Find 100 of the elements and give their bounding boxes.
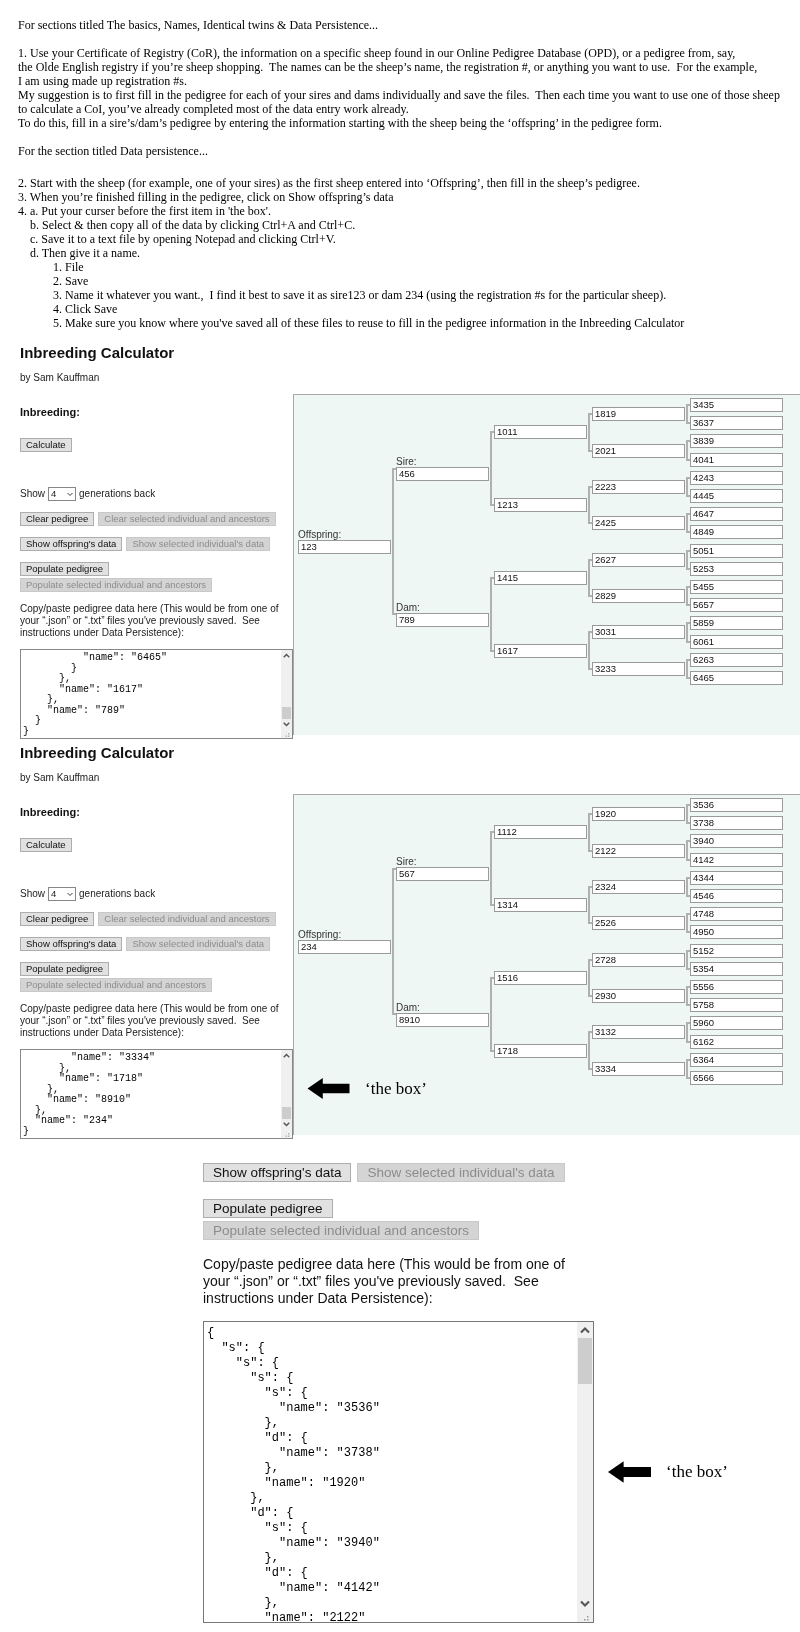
author-text: by Sam Kauffman bbox=[19, 372, 101, 384]
pedigree-field[interactable]: 3637 bbox=[690, 416, 783, 431]
left-arrow-icon bbox=[307, 1078, 350, 1099]
pedigree-field[interactable]: 2829 bbox=[592, 589, 685, 604]
instruction-step: b. Select & then copy all of the data by clicking Ctrl+A and Ctrl+C. bbox=[30, 218, 800, 232]
pedigree-field[interactable]: 2627 bbox=[592, 552, 685, 567]
pedigree-field[interactable]: 2526 bbox=[592, 916, 685, 931]
pedigree-field[interactable]: 3031 bbox=[592, 625, 685, 640]
pedigree-field[interactable]: 4142 bbox=[690, 852, 783, 867]
pedigree-field[interactable]: 3940 bbox=[690, 834, 783, 849]
generations-select[interactable]: 4 bbox=[48, 487, 76, 501]
pedigree-field[interactable]: 6061 bbox=[690, 634, 783, 649]
pedigree-field[interactable]: 8910 bbox=[396, 1012, 489, 1027]
instruction-step: 1. File bbox=[53, 260, 800, 274]
instruction-step: 3. Name it whatever you want., I find it best to save it as sire123 or dam 234 (using the registration #s for the particular sheep). bbox=[53, 288, 800, 302]
pedigree-field[interactable]: 123 bbox=[298, 540, 391, 554]
pedigree-field[interactable]: 3536 bbox=[690, 798, 783, 813]
generations-select[interactable]: 4 bbox=[48, 887, 76, 901]
pedigree-field[interactable]: 5960 bbox=[690, 1016, 783, 1031]
pedigree-field[interactable]: 4546 bbox=[690, 889, 783, 904]
pedigree-field[interactable]: 5859 bbox=[690, 616, 783, 631]
pedigree-field[interactable]: 5152 bbox=[690, 943, 783, 958]
action-button[interactable]: Calculate bbox=[20, 438, 72, 452]
pedigree-field[interactable]: 456 bbox=[396, 467, 489, 482]
action-button[interactable]: Populate pedigree bbox=[20, 562, 110, 576]
scrollbar-thumb[interactable] bbox=[282, 1107, 291, 1119]
pedigree-field[interactable]: 2021 bbox=[592, 443, 685, 458]
pedigree-data-field[interactable]: "name": "3334" }, "name": "1718" }, "name": "8910" }, "name": "234" } bbox=[20, 1049, 293, 1139]
pedigree-field[interactable]: 1415 bbox=[494, 570, 587, 585]
scrollbar[interactable] bbox=[577, 1322, 593, 1622]
instruction-text: Copy/paste pedigree data here (This would be from one of your “.json” or “.txt” files you've previously saved. See instructions under Data Persistence): bbox=[203, 1256, 566, 1307]
pedigree-field[interactable]: 1617 bbox=[494, 643, 587, 658]
chevron-down-icon bbox=[66, 490, 74, 498]
paragraph: My suggestion is to first fill in the pedigree for each of your sires and dams individually and save the files. Then each time you want to use one of those sheep to calculate a CoI, you’ve already completed most of the data entry work already. bbox=[18, 88, 781, 116]
scrollbar[interactable] bbox=[281, 650, 292, 738]
pedigree-field[interactable]: 5455 bbox=[690, 579, 783, 594]
paragraph: 1. Use your Certificate of Registry (CoR), the information on a specific sheep found in our Online Pedigree Database (OPD), or a pedigree from, say, the Olde English registry if you’re sheep shopping. The names can be the sheep’s name, the registration #, or anything you want to use. For the example, I am using made up registration #s. bbox=[18, 46, 759, 88]
intro-heading: For sections titled The basics, Names, Identical twins & Data Persistence... bbox=[18, 18, 380, 32]
pedigree-field[interactable]: 3435 bbox=[690, 398, 783, 413]
pedigree-field[interactable]: 6162 bbox=[690, 1034, 783, 1049]
pedigree-field[interactable]: 2223 bbox=[592, 479, 685, 494]
left-arrow-icon bbox=[608, 1461, 651, 1483]
pedigree-field[interactable]: 1819 bbox=[592, 407, 685, 422]
action-button[interactable]: Clear pedigree bbox=[20, 912, 95, 926]
pedigree-field[interactable]: 5354 bbox=[690, 961, 783, 976]
pedigree-field[interactable]: 6263 bbox=[690, 652, 783, 667]
action-button[interactable]: Populate pedigree bbox=[203, 1199, 333, 1218]
action-button[interactable]: Show offspring's data bbox=[203, 1163, 352, 1182]
pedigree-data-field[interactable]: { "s": { "s": { "s": { "s": { "name": "3536" }, "d": { "name": "3738" }, "name": "1920" }, "d": { "s": { "name": "3940" }, "d": { "name": "4142" }, "name": "2122" bbox=[203, 1321, 594, 1623]
pedigree-field[interactable]: 4950 bbox=[690, 925, 783, 940]
pedigree-field[interactable]: 4344 bbox=[690, 870, 783, 885]
instruction-step: 5. Make sure you know where you've saved all of these files to reuse to fill in the pedigree information in the Inbreeding Calculator bbox=[53, 316, 800, 330]
pedigree-field[interactable]: 4748 bbox=[690, 907, 783, 922]
pedigree-field[interactable]: 4041 bbox=[690, 452, 783, 467]
pedigree-data-field[interactable]: "name": "6465" } }, "name": "1617" }, "name": "789" } } bbox=[20, 649, 293, 739]
pedigree-field[interactable]: 2122 bbox=[592, 843, 685, 858]
pedigree-field[interactable]: 5051 bbox=[690, 543, 783, 558]
pedigree-field[interactable]: 4849 bbox=[690, 525, 783, 540]
scrollbar-thumb[interactable] bbox=[578, 1338, 592, 1384]
action-button[interactable]: Calculate bbox=[20, 838, 72, 852]
scrollbar[interactable] bbox=[281, 1050, 292, 1138]
pedigree-field[interactable]: 3334 bbox=[592, 1061, 685, 1076]
instruction-step: 3. When you’re finished filling in the pedigree, click on Show offspring’s data bbox=[18, 190, 800, 204]
pedigree-field[interactable]: 6364 bbox=[690, 1052, 783, 1067]
pedigree-field[interactable]: 2324 bbox=[592, 879, 685, 894]
pedigree-field[interactable]: 1213 bbox=[494, 498, 587, 513]
pedigree-field[interactable]: 6566 bbox=[690, 1070, 783, 1085]
pedigree-field[interactable]: 1011 bbox=[494, 425, 587, 440]
section-heading: Inbreeding: bbox=[20, 805, 80, 819]
pedigree-field[interactable]: 1314 bbox=[494, 898, 587, 913]
pedigree-field[interactable]: 3233 bbox=[592, 661, 685, 676]
pedigree-field[interactable]: 2728 bbox=[592, 952, 685, 967]
pedigree-field[interactable]: 2425 bbox=[592, 516, 685, 531]
pedigree-field[interactable]: 789 bbox=[396, 612, 489, 627]
pedigree-field[interactable]: 4243 bbox=[690, 470, 783, 485]
pedigree-field[interactable]: 4647 bbox=[690, 507, 783, 522]
action-button[interactable]: Show offspring's data bbox=[20, 537, 123, 551]
pedigree-field[interactable]: 567 bbox=[396, 867, 489, 882]
pedigree-field[interactable]: 6465 bbox=[690, 670, 783, 685]
action-button[interactable]: Populate pedigree bbox=[20, 962, 110, 976]
pedigree-field[interactable]: 5556 bbox=[690, 979, 783, 994]
scrollbar-thumb[interactable] bbox=[282, 707, 291, 719]
action-button[interactable]: Show offspring's data bbox=[20, 937, 123, 951]
pedigree-field[interactable]: 1516 bbox=[494, 970, 587, 985]
pedigree-field[interactable]: 234 bbox=[298, 940, 391, 954]
pedigree-field[interactable]: 2930 bbox=[592, 989, 685, 1004]
pedigree-field[interactable]: 5758 bbox=[690, 998, 783, 1013]
section-heading: Inbreeding: bbox=[20, 405, 80, 419]
pedigree-field[interactable]: 1718 bbox=[494, 1043, 587, 1058]
pedigree-field[interactable]: 3738 bbox=[690, 816, 783, 831]
pedigree-field[interactable]: 5657 bbox=[690, 598, 783, 613]
field-label: Offspring: bbox=[298, 929, 343, 940]
pedigree-field[interactable]: 1920 bbox=[592, 807, 685, 822]
annotation-text: ‘the box’ bbox=[666, 1462, 728, 1482]
pedigree-field[interactable]: 3839 bbox=[690, 434, 783, 449]
pedigree-field[interactable]: 5253 bbox=[690, 561, 783, 576]
pedigree-field[interactable]: 4445 bbox=[690, 489, 783, 504]
pedigree-field[interactable]: 1112 bbox=[494, 825, 587, 840]
action-button[interactable]: Clear pedigree bbox=[20, 512, 95, 526]
pedigree-field[interactable]: 3132 bbox=[592, 1025, 685, 1040]
